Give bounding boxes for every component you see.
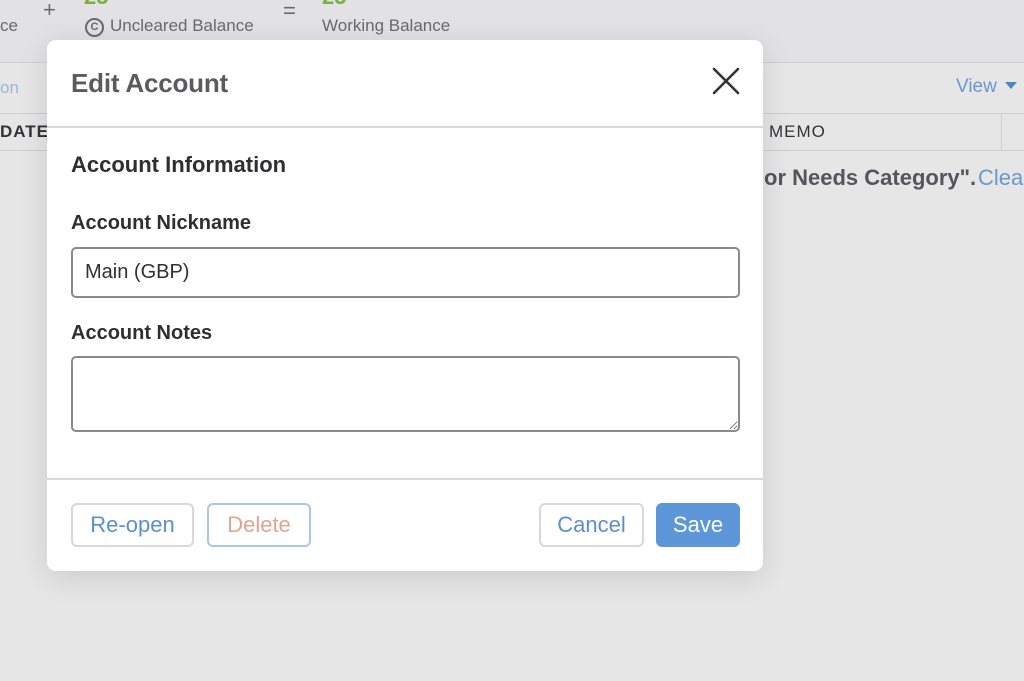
notes-textarea[interactable] [71,356,740,432]
uncleared-balance: C Uncleared Balance [85,16,254,37]
close-icon [712,67,740,95]
nickname-input[interactable] [71,247,740,298]
column-divider [1001,114,1002,150]
close-button[interactable] [711,66,741,96]
uncleared-balance-label: Uncleared Balance [110,16,254,35]
delete-button[interactable]: Delete [207,503,311,547]
clear-filter-link[interactable]: Clea [978,165,1023,191]
uncleared-icon: C [85,18,104,37]
view-menu-button[interactable]: View [956,76,1017,98]
equals-sign: = [283,0,296,23]
modal-title: Edit Account [71,68,228,98]
section-title: Account Information [71,152,287,177]
view-label: View [956,76,997,97]
caret-down-icon [1004,82,1017,89]
nickname-label: Account Nickname [71,212,252,234]
save-button[interactable]: Save [656,503,740,547]
balance-label-partial: ce [0,16,18,35]
header-divider [47,126,763,128]
edit-account-modal: Edit Account Account Information Account… [47,40,763,571]
search-placeholder-partial[interactable]: on [0,78,19,98]
reopen-button[interactable]: Re-open [71,503,194,547]
cancel-button[interactable]: Cancel [539,503,644,547]
column-memo-header[interactable]: MEMO [769,122,826,142]
filter-message: or Needs Category". [764,165,977,190]
working-balance-value: 25 [322,0,346,10]
uncleared-balance-value: 25 [84,0,108,10]
column-date-header[interactable]: DATE [0,122,49,142]
working-balance-label: Working Balance [322,16,451,35]
footer-divider [47,478,763,480]
plus-sign: + [43,0,56,22]
notes-label: Account Notes [71,322,213,344]
